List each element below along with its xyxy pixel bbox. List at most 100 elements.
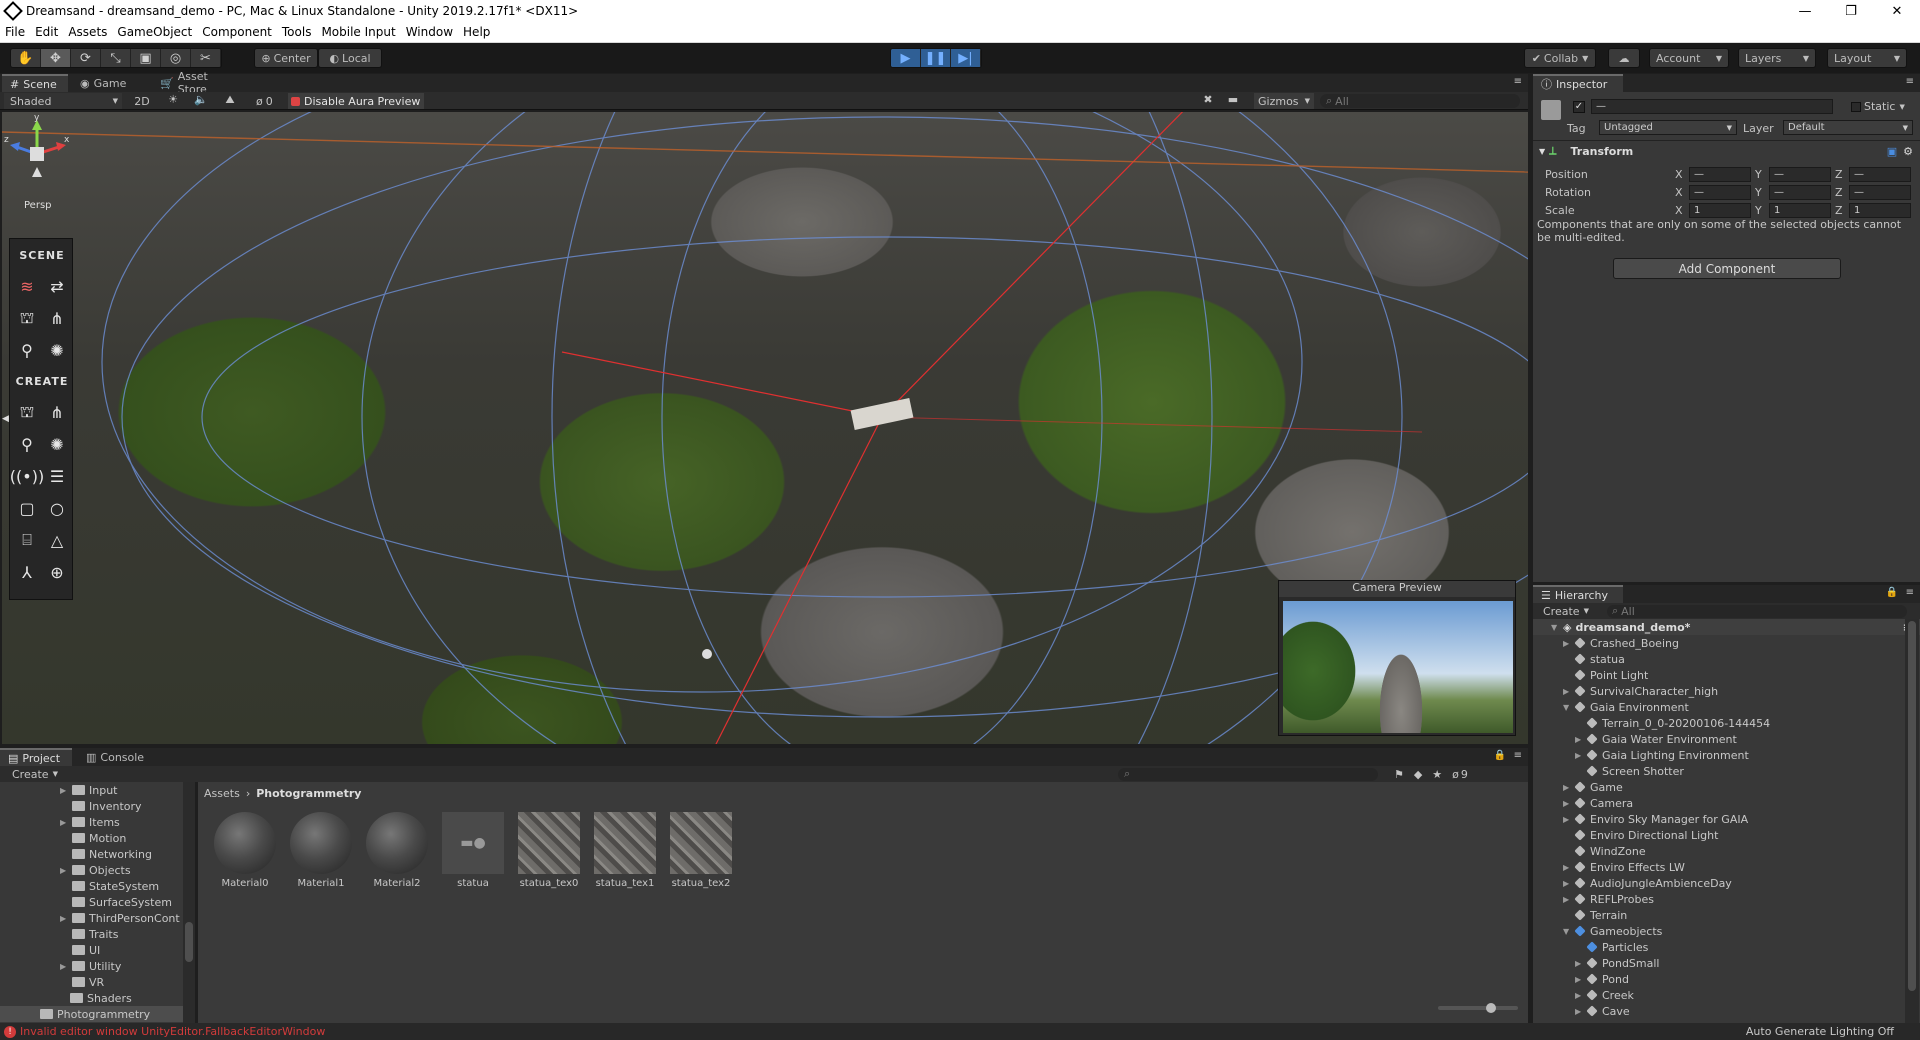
foldout-arrow-icon[interactable]: ▶ xyxy=(1575,959,1587,968)
folder-item[interactable]: StateSystem xyxy=(0,878,183,894)
tab-menu-icon[interactable]: ≡ xyxy=(1514,750,1522,761)
foldout-arrow-icon[interactable]: ▶ xyxy=(1575,1007,1587,1016)
hierarchy-item[interactable]: Particles xyxy=(1533,939,1920,955)
position-x-field[interactable]: — xyxy=(1689,167,1751,182)
filter-label-icon[interactable]: ◆ xyxy=(1414,768,1422,781)
menu-component[interactable]: Component xyxy=(197,25,277,39)
static-toggle[interactable]: Static ▼ xyxy=(1851,100,1905,113)
foldout-arrow-icon[interactable]: ▶ xyxy=(60,914,72,923)
error-message[interactable]: Invalid editor window UnityEditor.Fallba… xyxy=(20,1025,325,1038)
play-icon[interactable]: ▶ xyxy=(891,49,921,67)
hierarchy-item[interactable]: ▶ Enviro Effects LW xyxy=(1533,859,1920,875)
hierarchy-scrollbar[interactable] xyxy=(1905,619,1919,1023)
hierarchy-item[interactable]: Screen Shotter xyxy=(1533,763,1920,779)
folder-item[interactable]: Inventory xyxy=(0,798,183,814)
folder-item[interactable]: Networking xyxy=(0,846,183,862)
menu-help[interactable]: Help xyxy=(458,25,495,39)
favorite-star-icon[interactable]: ★ xyxy=(1432,768,1442,781)
pivot-center-button[interactable]: ⊕ Center xyxy=(254,48,318,68)
menu-assets[interactable]: Assets xyxy=(63,25,112,39)
folder-item[interactable]: UI xyxy=(0,942,183,958)
menu-mobile-input[interactable]: Mobile Input xyxy=(316,25,400,39)
foldout-arrow-icon[interactable]: ▼ xyxy=(1563,927,1575,936)
scene-root-row[interactable]: ▼◈dreamsand_demo*≡ xyxy=(1533,619,1920,635)
hidden-packages-toggle[interactable]: ø9 xyxy=(1452,768,1468,781)
tree-scrollbar[interactable] xyxy=(183,782,195,1023)
tab-scene[interactable]: # Scene xyxy=(2,74,68,92)
restore-icon[interactable]: ❐ xyxy=(1828,0,1874,22)
camera-settings-icon[interactable]: ▬ xyxy=(1222,93,1244,109)
tab-game[interactable]: ◉ Game xyxy=(72,74,138,92)
scale-tool-icon[interactable]: ⤡ xyxy=(101,49,131,67)
tag-dropdown[interactable]: Untagged ▼ xyxy=(1599,120,1737,135)
foldout-arrow-icon[interactable]: ▶ xyxy=(1575,991,1587,1000)
asset-item[interactable]: ▬● statua xyxy=(438,812,508,892)
scale-x-field[interactable]: 1 xyxy=(1689,203,1751,218)
hierarchy-item[interactable]: ▼ Gaia Environment xyxy=(1533,699,1920,715)
layer-dropdown[interactable]: Default ▼ xyxy=(1783,120,1913,135)
project-create-dropdown[interactable]: Create ▼ xyxy=(12,768,58,781)
light-tool-icon[interactable]: ✺ xyxy=(44,337,70,363)
hierarchy-item[interactable]: Terrain_0_0-20200106-144454 xyxy=(1533,715,1920,731)
foldout-arrow-icon[interactable]: ▶ xyxy=(1575,751,1587,760)
create-sphere-icon[interactable]: ○ xyxy=(44,495,70,521)
tab-menu-icon[interactable]: ≡ xyxy=(1514,76,1522,87)
foldout-arrow-icon[interactable]: ▶ xyxy=(1575,975,1587,984)
foldout-arrow-icon[interactable]: ▶ xyxy=(1563,639,1575,648)
rotate-tool-icon[interactable]: ⟳ xyxy=(71,49,101,67)
folder-item[interactable]: VR xyxy=(0,974,183,990)
hierarchy-search-input[interactable]: ⌕ All xyxy=(1606,604,1907,618)
folder-item[interactable]: SurfaceSystem xyxy=(0,894,183,910)
asset-item[interactable]: Material1 xyxy=(286,812,356,892)
folder-item[interactable]: ▶ Utility xyxy=(0,958,183,974)
hierarchy-item[interactable]: ▶ Enviro Sky Manager for GAIA xyxy=(1533,811,1920,827)
hierarchy-item[interactable]: ▶ Gaia Lighting Environment xyxy=(1533,747,1920,763)
swap-tool-icon[interactable]: ⇄ xyxy=(44,273,70,299)
menu-gameobject[interactable]: GameObject xyxy=(112,25,197,39)
hand-tool-icon[interactable]: ✋ xyxy=(11,49,41,67)
project-search-input[interactable]: ⌕ xyxy=(1117,767,1378,781)
pivot-local-button[interactable]: ◐ Local xyxy=(318,48,382,68)
palette-collapse-icon[interactable]: ◀ xyxy=(2,414,9,424)
lock-icon[interactable]: 🔒 xyxy=(1494,750,1506,761)
create-layers-icon[interactable]: ☰ xyxy=(44,463,70,489)
hierarchy-item[interactable]: ▶ REFLProbes xyxy=(1533,891,1920,907)
scale-z-field[interactable]: 1 xyxy=(1849,203,1911,218)
foldout-arrow-icon[interactable]: ▶ xyxy=(1563,687,1575,696)
create-pivot-icon[interactable]: ⅄ xyxy=(14,559,40,585)
scale-y-field[interactable]: 1 xyxy=(1769,203,1831,218)
asset-item[interactable]: statua_tex1 xyxy=(590,812,660,892)
filter-type-icon[interactable]: ⚑ xyxy=(1394,768,1404,781)
hierarchy-item[interactable]: ▼ Gameobjects xyxy=(1533,923,1920,939)
close-icon[interactable]: ✕ xyxy=(1874,0,1920,22)
asset-item[interactable]: statua_tex2 xyxy=(666,812,736,892)
collab-button[interactable]: ✔ Collab ▼ xyxy=(1524,48,1596,68)
menu-edit[interactable]: Edit xyxy=(30,25,63,39)
pause-icon[interactable]: ❚❚ xyxy=(921,49,951,67)
foldout-arrow-icon[interactable]: ▶ xyxy=(60,866,72,875)
hierarchy-item[interactable]: Point Light xyxy=(1533,667,1920,683)
hierarchy-item[interactable]: Enviro Directional Light xyxy=(1533,827,1920,843)
tab-inspector[interactable]: ⓘ Inspector xyxy=(1533,74,1623,92)
hierarchy-item[interactable]: ▶ Creek xyxy=(1533,987,1920,1003)
foldout-arrow-icon[interactable]: ▶ xyxy=(60,786,72,795)
foldout-arrow-icon[interactable]: ▶ xyxy=(1563,895,1575,904)
asset-item[interactable]: statua_tex0 xyxy=(514,812,584,892)
hierarchy-create-dropdown[interactable]: Create ▼ xyxy=(1543,605,1589,618)
lighting-status[interactable]: Auto Generate Lighting Off xyxy=(1746,1025,1894,1038)
step-icon[interactable]: ▶| xyxy=(951,49,981,67)
disable-aura-preview-button[interactable]: Disable Aura Preview xyxy=(288,93,424,109)
hierarchy-item[interactable]: statua xyxy=(1533,651,1920,667)
foldout-arrow-icon[interactable]: ▶ xyxy=(1563,783,1575,792)
gizmos-dropdown[interactable]: Gizmos ▼ xyxy=(1254,93,1314,109)
object-name-field[interactable]: — xyxy=(1591,99,1833,114)
foldout-arrow-icon[interactable]: ▶ xyxy=(1563,863,1575,872)
rect-tool-icon[interactable]: ▣ xyxy=(131,49,161,67)
help-icon[interactable]: ▣ xyxy=(1887,145,1897,158)
create-cone-icon[interactable]: △ xyxy=(44,527,70,553)
position-y-field[interactable]: — xyxy=(1769,167,1831,182)
camera-tool-icon[interactable]: ⛫ xyxy=(14,305,40,331)
folder-item[interactable]: ▶ Objects xyxy=(0,862,183,878)
create-camera-icon[interactable]: ⛫ xyxy=(14,399,40,425)
create-cube-icon[interactable]: ▢ xyxy=(14,495,40,521)
